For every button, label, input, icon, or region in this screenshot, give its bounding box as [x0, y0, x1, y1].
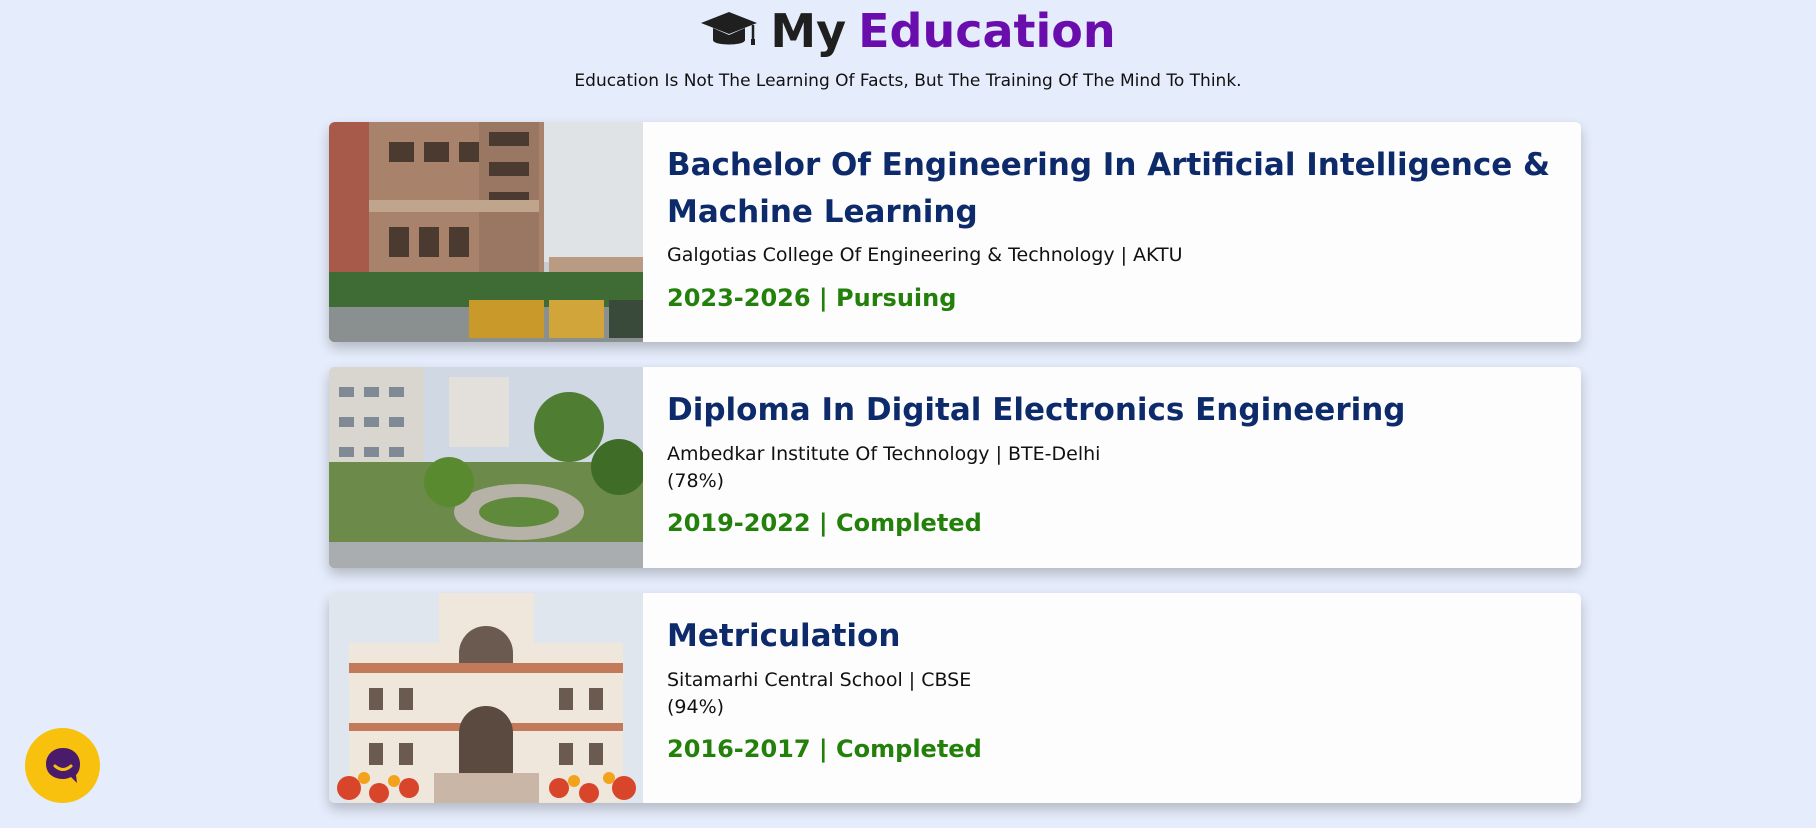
degree-title: Diploma In Digital Electronics Engineeri…: [667, 392, 1406, 428]
institution-name: Sitamarhi Central School | CBSE: [667, 668, 972, 691]
education-card: Metriculation Sitamarhi Central School |…: [329, 593, 1581, 803]
section-header: My Education Education Is Not The Learni…: [0, 0, 1816, 116]
school-building-illustration: [329, 593, 643, 803]
score: (94%): [667, 696, 725, 718]
campus-building-photo: [329, 122, 643, 342]
title-my: My: [770, 4, 847, 58]
page-title: My Education: [700, 4, 1116, 58]
page-subtitle: Education Is Not The Learning Of Facts, …: [574, 70, 1242, 91]
card-content: Bachelor Of Engineering In Artificial In…: [643, 122, 1581, 342]
campus-building-illustration: [329, 122, 643, 342]
degree-title: Metriculation: [667, 618, 901, 654]
chat-bubble-icon: [45, 747, 80, 783]
duration-status: 2023-2026 | Pursuing: [667, 283, 957, 312]
card-content: Diploma In Digital Electronics Engineeri…: [643, 367, 1430, 568]
card-content: Metriculation Sitamarhi Central School |…: [643, 593, 1006, 803]
education-card: Bachelor Of Engineering In Artificial In…: [329, 122, 1581, 342]
school-building-photo: [329, 593, 643, 803]
degree-title: Bachelor Of Engineering In Artificial In…: [667, 147, 1551, 230]
chat-widget-button[interactable]: [25, 728, 100, 803]
campus-garden-photo: [329, 367, 643, 568]
duration-status: 2016-2017 | Completed: [667, 734, 982, 763]
education-card: Diploma In Digital Electronics Engineeri…: [329, 367, 1581, 568]
education-list: Bachelor Of Engineering In Artificial In…: [329, 122, 1581, 828]
title-education: Education: [858, 4, 1116, 58]
duration-status: 2019-2022 | Completed: [667, 508, 982, 537]
institution-name: Ambedkar Institute Of Technology | BTE-D…: [667, 442, 1101, 465]
institution-name: Galgotias College Of Engineering & Techn…: [667, 244, 1183, 266]
graduation-cap-icon: [701, 12, 758, 46]
campus-garden-illustration: [329, 367, 643, 568]
score: (78%): [667, 470, 725, 492]
